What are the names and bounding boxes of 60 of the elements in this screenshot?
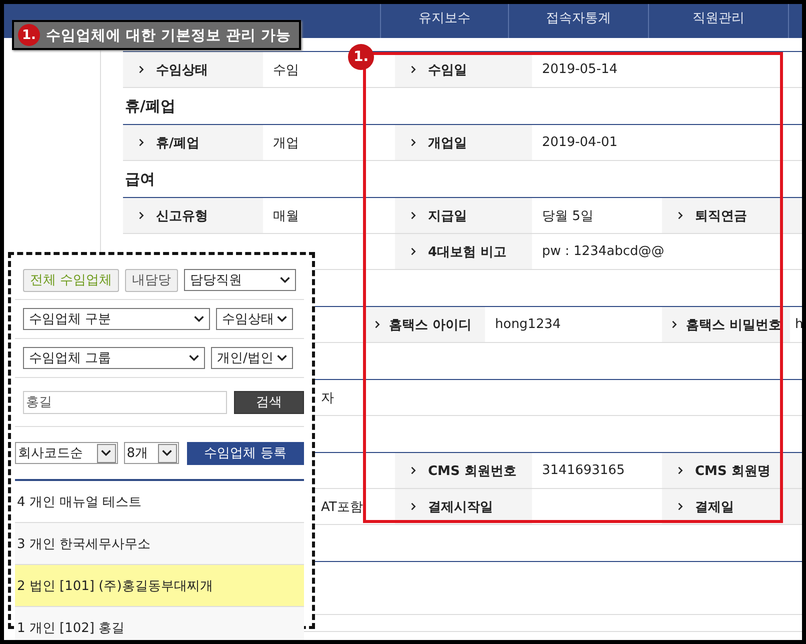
nav-tab[interactable]: 유지보수 [380, 4, 508, 38]
field-value: hong1234 [495, 317, 561, 332]
label-text: 지급일 [428, 208, 467, 224]
chevron-right-icon [409, 466, 418, 475]
field-value: 당월 5일 [542, 208, 594, 224]
dropdown[interactable]: 8개 [124, 442, 179, 464]
field-value: 3141693165 [542, 463, 625, 478]
field-value: 매월 [273, 208, 299, 224]
dropdown[interactable]: 수임상태 [216, 308, 293, 330]
chevron-right-icon [409, 247, 418, 256]
field-value: 수임 [273, 62, 299, 78]
label-text: 홈택스 비밀번호 [686, 316, 782, 334]
nav-tab[interactable]: 접속자통계 [508, 4, 648, 38]
chevron-right-icon [373, 320, 382, 329]
chevron-right-icon [137, 211, 146, 220]
label-text: CMS 회원명 [695, 462, 770, 480]
field-value: pw : 1234abcd@@ [542, 244, 664, 259]
register-client-button[interactable]: 수임업체 등록 [186, 442, 304, 464]
client-list-item[interactable]: 2 법인 [101] (주)홍길동부대찌개 [15, 565, 304, 607]
label-text: 수임일 [428, 62, 467, 78]
label-text: 신고유형 [156, 208, 208, 224]
label-text: 퇴직연금 [695, 208, 747, 224]
chevron-right-icon [409, 138, 418, 147]
chevron-right-icon [676, 466, 685, 475]
field-value: 개업 [273, 134, 299, 152]
client-list-item[interactable]: 3 개인 한국세무사무소 [15, 523, 304, 565]
chevron-right-icon [137, 138, 146, 147]
label-text: CMS 회원번호 [428, 462, 516, 480]
chevron-right-icon [409, 211, 418, 220]
label-text: 홈택스 아이디 [389, 316, 472, 334]
label-text: 4대보험 비고 [428, 244, 507, 260]
number-badge: 1. [18, 24, 40, 46]
label-text: 휴/폐업 [156, 134, 200, 152]
client-list-item[interactable]: 1 개인 [102] 홍길 [15, 607, 304, 640]
dropdown[interactable]: 수임업체 구분 [23, 308, 210, 330]
callout-text: 수임업체에 대한 기본정보 관리 가능 [46, 26, 292, 44]
label-text: 결제시작일 [428, 498, 493, 516]
chevron-right-icon [137, 65, 146, 74]
dropdown[interactable]: 회사코드순 [15, 442, 118, 464]
chevron-right-icon [676, 211, 685, 220]
my-clients-button[interactable]: 내담당 [125, 268, 178, 292]
search-field[interactable]: 홍길 [23, 390, 227, 414]
dropdown[interactable]: 개인/법인 [211, 347, 293, 369]
field-value: 자 [321, 390, 334, 406]
label-text: 수임상태 [156, 62, 208, 78]
chevron-right-icon [409, 502, 418, 511]
field-value: 2019-05-14 [542, 62, 618, 77]
label-text: 개업일 [428, 134, 467, 152]
field-value: 2019-04-01 [542, 135, 618, 150]
chevron-right-icon [409, 65, 418, 74]
chevron-right-icon [676, 502, 685, 511]
dropdown[interactable]: 담당직원 [184, 269, 296, 291]
chevron-right-icon [670, 320, 679, 329]
search-button[interactable]: 검색 [234, 390, 304, 414]
field-value: h [795, 317, 802, 332]
field-value: AT포함 [321, 498, 363, 516]
dropdown[interactable]: 수임업체 그룹 [23, 347, 205, 369]
number-badge: 1. [348, 44, 374, 70]
nav-tab[interactable]: 직원관리 [648, 4, 788, 38]
label-text: 결제일 [695, 498, 734, 516]
